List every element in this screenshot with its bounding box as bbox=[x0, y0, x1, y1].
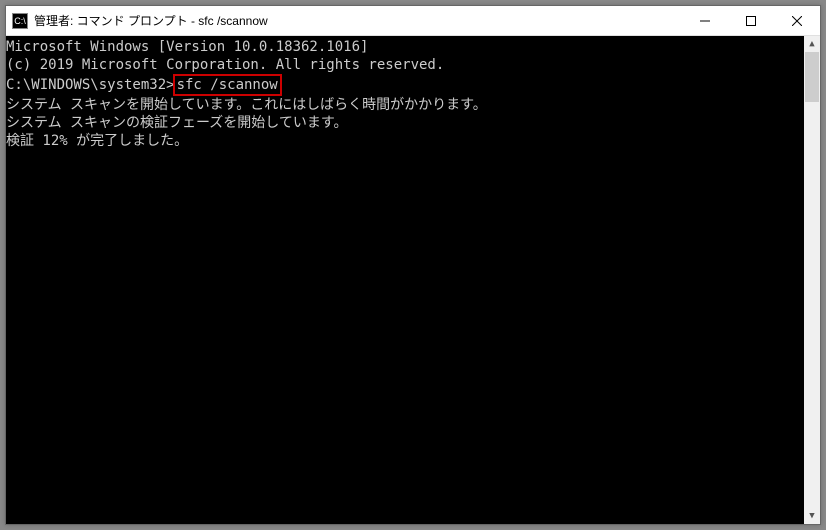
minimize-button[interactable] bbox=[682, 6, 728, 35]
scroll-down-arrow-icon[interactable]: ▼ bbox=[804, 508, 820, 524]
close-icon bbox=[792, 16, 802, 26]
command-highlight: sfc /scannow bbox=[173, 74, 282, 96]
prompt-path: C:\WINDOWS\system32> bbox=[6, 77, 175, 93]
titlebar[interactable]: C:\ 管理者: コマンド プロンプト - sfc /scannow bbox=[6, 6, 820, 36]
maximize-icon bbox=[746, 16, 756, 26]
output-line: 検証 12% が完了しました。 bbox=[6, 132, 804, 150]
window-title: 管理者: コマンド プロンプト - sfc /scannow bbox=[34, 12, 682, 29]
command-prompt-window: C:\ 管理者: コマンド プロンプト - sfc /scannow Micro… bbox=[5, 5, 821, 525]
prompt-line: C:\WINDOWS\system32>sfc /scannow bbox=[6, 74, 804, 96]
output-line: (c) 2019 Microsoft Corporation. All righ… bbox=[6, 56, 804, 74]
maximize-button[interactable] bbox=[728, 6, 774, 35]
output-line: システム スキャンを開始しています。これにはしばらく時間がかかります。 bbox=[6, 96, 804, 114]
output-line: Microsoft Windows [Version 10.0.18362.10… bbox=[6, 38, 804, 56]
console-output[interactable]: Microsoft Windows [Version 10.0.18362.10… bbox=[6, 36, 804, 524]
window-controls bbox=[682, 6, 820, 35]
output-line: システム スキャンの検証フェーズを開始しています。 bbox=[6, 114, 804, 132]
scroll-up-arrow-icon[interactable]: ▲ bbox=[804, 36, 820, 52]
close-button[interactable] bbox=[774, 6, 820, 35]
minimize-icon bbox=[700, 16, 710, 26]
console-area: Microsoft Windows [Version 10.0.18362.10… bbox=[6, 36, 820, 524]
vertical-scrollbar[interactable]: ▲ ▼ bbox=[804, 36, 820, 524]
cmd-icon: C:\ bbox=[12, 13, 28, 29]
scroll-thumb[interactable] bbox=[805, 52, 819, 102]
scroll-track[interactable] bbox=[804, 52, 820, 508]
